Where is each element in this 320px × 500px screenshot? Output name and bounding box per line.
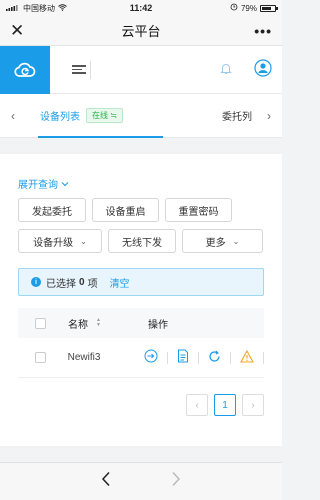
chevron-down-icon: ⌄ (232, 236, 240, 246)
next-page-button[interactable]: › (242, 394, 264, 416)
chevron-down-icon (61, 181, 69, 186)
refresh-icon[interactable] (208, 350, 221, 366)
op-divider (230, 351, 231, 364)
expand-query-link[interactable]: 展开查询 (18, 176, 69, 191)
more-actions-dropdown[interactable]: 更多 ⌄ (182, 229, 263, 253)
initiate-delegation-button[interactable]: 发起委托 (18, 198, 86, 222)
more-options-icon[interactable]: ••• (252, 23, 272, 39)
warning-icon[interactable] (240, 349, 254, 366)
action-row-1: 发起委托 设备重启 重置密码 (18, 198, 264, 222)
menu-line (72, 65, 86, 67)
cloud-logo[interactable] (0, 45, 50, 94)
row-checkbox[interactable] (35, 352, 46, 363)
status-bar: 中国移动 11:42 79% (0, 0, 282, 16)
tab-delegation-list[interactable]: 委托列 (222, 108, 252, 123)
ops-column-header: 操作 (148, 319, 168, 331)
select-all-checkbox[interactable] (35, 317, 46, 329)
row-device-name: Newifi3 (67, 352, 101, 363)
info-icon: i (31, 277, 41, 287)
battery-percent: 79% (240, 3, 257, 13)
upgrade-device-label: 设备升级 (33, 237, 74, 249)
selection-info-bar: i 已选择 0 项 清空 (18, 268, 264, 296)
bell-icon[interactable] (220, 62, 232, 78)
carrier-name: 中国移动 (23, 3, 55, 13)
clear-selection-link[interactable]: 清空 (110, 275, 130, 290)
tab-active-indicator (38, 136, 163, 138)
nav-bar: ✕ 云平台 ••• (0, 16, 282, 46)
page-number-current[interactable]: 1 (214, 394, 236, 416)
battery-icon (260, 4, 278, 12)
tab-strip: ‹ 设备列表 在线 ≒ 委托列 › (0, 94, 282, 138)
op-divider (167, 351, 168, 364)
name-header-label: 名称 (68, 319, 88, 331)
browser-bottom-bar (0, 462, 282, 500)
login-icon[interactable] (144, 349, 158, 366)
tab-next-icon[interactable]: › (256, 109, 282, 123)
cloud-icon (14, 62, 36, 77)
battery-fill (262, 6, 272, 10)
menu-toggle-icon[interactable] (72, 65, 86, 74)
prev-page-button[interactable]: ‹ (186, 394, 208, 416)
chevron-down-icon: ⌄ (80, 236, 87, 246)
header-actions (220, 59, 282, 80)
reset-password-button[interactable]: 重置密码 (165, 198, 232, 222)
app-header (0, 45, 282, 94)
reboot-device-button[interactable]: 设备重启 (92, 198, 159, 222)
selection-count: 0 (79, 276, 85, 288)
document-icon[interactable] (177, 349, 189, 366)
device-table: 名称 ▲ ▼ 操作 Newifi3 (18, 308, 264, 378)
more-actions-label: 更多 (205, 237, 226, 249)
forward-arrow-icon[interactable] (171, 471, 181, 492)
pagination: ‹ 1 › (18, 394, 264, 416)
alarm-icon (230, 3, 238, 13)
wifi-icon (58, 3, 67, 13)
menu-line (72, 72, 86, 74)
selection-prefix: 已选择 (46, 278, 76, 290)
op-divider (198, 351, 199, 364)
upgrade-device-dropdown[interactable]: 设备升级 ⌄ (18, 229, 102, 253)
selection-suffix: 项 (87, 278, 98, 290)
status-right: 79% (230, 3, 278, 13)
tab-device-list[interactable]: 设备列表 (40, 108, 80, 123)
status-left: 中国移动 (6, 3, 67, 14)
signal-icon (6, 4, 20, 13)
wireless-push-button[interactable]: 无线下发 (108, 229, 176, 253)
close-icon[interactable]: ✕ (10, 21, 30, 41)
row-operations (144, 349, 264, 366)
user-avatar-icon[interactable] (254, 59, 272, 80)
back-arrow-icon[interactable] (101, 471, 111, 492)
table-header: 名称 ▲ ▼ 操作 (18, 308, 264, 338)
expand-query-label: 展开查询 (18, 180, 58, 191)
name-column-header[interactable]: 名称 ▲ ▼ (68, 316, 148, 331)
menu-line (72, 68, 82, 71)
action-row-2: 设备升级 ⌄ 无线下发 更多 ⌄ (18, 229, 264, 253)
tab-prev-icon[interactable]: ‹ (0, 109, 26, 123)
table-row: Newifi3 (18, 338, 264, 378)
page-title: 云平台 (121, 24, 161, 39)
main-content: 展开查询 发起委托 设备重启 重置密码 设备升级 ⌄ 无线下发 更多 ⌄ i 已… (0, 154, 282, 446)
sort-icon[interactable]: ▲ ▼ (96, 318, 101, 328)
online-status-badge: 在线 ≒ (86, 108, 123, 123)
op-divider (263, 351, 264, 364)
header-divider (90, 60, 91, 79)
